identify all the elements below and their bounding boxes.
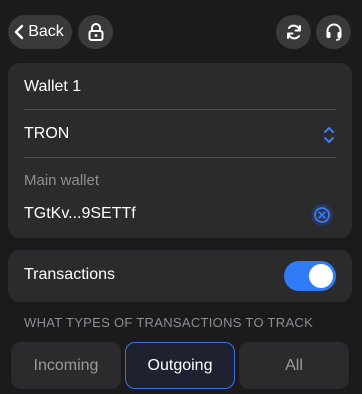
support-button[interactable] bbox=[316, 15, 351, 49]
refresh-button[interactable] bbox=[276, 15, 311, 49]
lock-icon bbox=[88, 23, 103, 41]
divider bbox=[24, 109, 336, 110]
wallet-card: Wallet 1 TRON Main wallet TGtKv...9SETTf bbox=[8, 63, 352, 238]
back-button[interactable]: Back bbox=[8, 15, 72, 49]
lock-button[interactable] bbox=[78, 15, 113, 49]
network-select-value[interactable]: TRON bbox=[24, 125, 69, 143]
transactions-label: Transactions bbox=[24, 266, 115, 283]
wallet-address[interactable]: TGtKv...9SETTf bbox=[24, 205, 136, 223]
back-label: Back bbox=[28, 23, 64, 40]
section-title: WHAT TYPES OF TRANSACTIONS TO TRACK bbox=[24, 315, 314, 330]
headset-icon bbox=[326, 23, 341, 41]
wallet-name[interactable]: Wallet 1 bbox=[24, 78, 81, 96]
chevron-left-icon bbox=[15, 24, 24, 40]
toggle-knob bbox=[309, 264, 333, 288]
refresh-icon bbox=[286, 24, 301, 40]
transactions-toggle[interactable] bbox=[284, 261, 336, 291]
up-down-chevron-icon[interactable] bbox=[322, 125, 336, 145]
transactions-card: Transactions bbox=[8, 250, 352, 302]
top-bar: Back bbox=[0, 0, 362, 64]
wallet-type-label: Main wallet bbox=[24, 172, 100, 189]
divider bbox=[24, 157, 336, 158]
segment-all[interactable]: All bbox=[239, 342, 349, 389]
segment-outgoing[interactable]: Outgoing bbox=[125, 342, 235, 389]
segment-incoming[interactable]: Incoming bbox=[11, 342, 121, 389]
clear-circle-icon[interactable] bbox=[310, 203, 334, 227]
